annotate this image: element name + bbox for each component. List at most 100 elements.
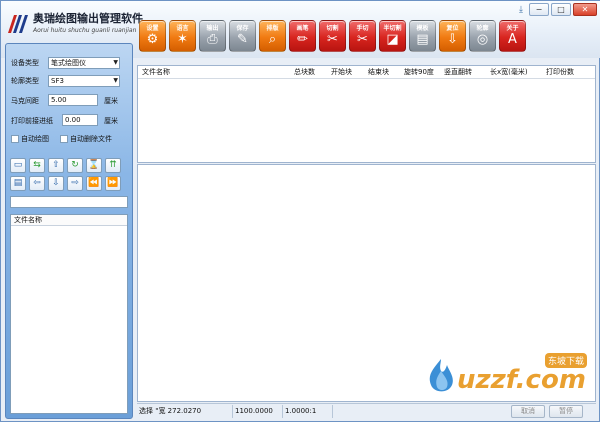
download-icon[interactable]: ⤓	[515, 4, 527, 16]
toolbar-button-label: 复位	[446, 25, 459, 32]
about-icon: A	[508, 32, 517, 47]
print-icon: ⎙	[207, 32, 218, 47]
toolbar-button-label: 轮廓	[476, 25, 489, 32]
chevron-down-icon: ▼	[113, 59, 118, 66]
auto-delete-checkbox[interactable]: 自动删除文件	[60, 134, 112, 144]
settings-icon: ⚙	[146, 32, 159, 47]
settings-panel: 设备类型 笔式绘图仪 ▼ 轮廓类型 SF3 ▼ 马克间距 5.00 厘米 打印前…	[5, 43, 133, 419]
table-column-header[interactable]: 打印份数	[546, 66, 574, 79]
toolbar-button-label: 切割	[326, 25, 339, 32]
fast-forward-icon[interactable]: ⏩	[105, 176, 121, 191]
device-type-value: 笔式绘图仪	[51, 59, 86, 67]
toolbar-button-label: 设置	[146, 25, 159, 32]
arrow-left-icon[interactable]: ⇦	[29, 176, 45, 191]
table-column-header[interactable]: 长x宽(毫米)	[490, 66, 528, 79]
path-input[interactable]	[10, 196, 128, 208]
toolbar-button[interactable]: 模板 ▤	[409, 20, 436, 52]
toolbar-button[interactable]: 排版 ⌕	[259, 20, 286, 52]
toolbar-button[interactable]: 输出 ⎙	[199, 20, 226, 52]
document-icon[interactable]: ▤	[10, 176, 26, 191]
arrow-up-icon[interactable]: ⇧	[48, 158, 64, 173]
layout-icon: ⌕	[268, 32, 277, 47]
auto-delete-label: 自动删除文件	[70, 135, 112, 143]
table-column-header[interactable]: 竖直翻转	[444, 66, 472, 79]
save-icon: ✎	[237, 32, 248, 47]
file-action-buttons: ▭ ⇆ ⇧ ↻ ⌛ ⇈ ▤ ⇦ ⇩ ⇨ ⏪ ⏩	[10, 158, 121, 191]
table-column-header[interactable]: 总块数	[294, 66, 315, 79]
table-column-header[interactable]: 旋转90度	[404, 66, 434, 79]
toolbar-button-label: 输出	[206, 25, 219, 32]
reset-icon: ⇩	[447, 32, 458, 47]
toolbar-button-label: 手切	[356, 25, 369, 32]
table-column-header[interactable]: 结束块	[368, 66, 389, 79]
template-icon: ▤	[416, 32, 429, 47]
paper-feed-input[interactable]: 0.00	[62, 114, 98, 126]
language-icon: ✶	[177, 32, 188, 47]
table-column-header[interactable]: 开始块	[331, 66, 352, 79]
status-selection: 选择 "宽 272.0270	[137, 405, 233, 418]
toolbar-button[interactable]: 设置 ⚙	[139, 20, 166, 52]
toolbar-button[interactable]: 手切 ✂	[349, 20, 376, 52]
toolbar-button[interactable]: 半切割 ◪	[379, 20, 406, 52]
checkbox-box[interactable]	[60, 135, 68, 143]
toolbar-button-label: 关于	[506, 25, 519, 32]
print-job-table[interactable]: 文件名称 总块数 开始块 结束块 旋转90度 竖直翻转 长x宽(毫米) 打印份数	[137, 65, 596, 163]
status-value-2: 1100.0000	[233, 405, 283, 418]
toolbar-button[interactable]: 画笔 ✏	[289, 20, 316, 52]
half-cut-icon: ◪	[386, 32, 399, 47]
cut-icon: ✂	[327, 32, 338, 47]
outline-icon: ◎	[476, 32, 489, 47]
minimize-button[interactable]: −	[529, 3, 549, 16]
app-title: 奥瑞绘图输出管理软件	[33, 12, 143, 25]
app-subtitle: Aorui huitu shuchu guanli ruanjian	[33, 27, 137, 34]
table-header: 文件名称 总块数 开始块 结束块 旋转90度 竖直翻转 长x宽(毫米) 打印份数	[138, 66, 595, 79]
watermark-sub: 东坡下载	[545, 353, 588, 368]
status-bar: 选择 "宽 272.0270 1100.0000 1.0000:1 取消 暂停	[137, 403, 596, 419]
window-controls: − □ ✕	[529, 3, 597, 16]
toolbar-button[interactable]: 切割 ✂	[319, 20, 346, 52]
arrow-down-icon[interactable]: ⇩	[48, 176, 64, 191]
toolbar-button[interactable]: 保存 ✎	[229, 20, 256, 52]
toolbar-button-label: 排版	[266, 25, 279, 32]
folder-icon[interactable]: ▭	[10, 158, 26, 173]
outline-type-value: SF3	[51, 77, 64, 85]
main-toolbar: 设置 ⚙ 语言 ✶ 输出 ⎙ 保存 ✎ 排版 ⌕ 画笔 ✏ 切割 ✂ 手切 ✂ 半切割 ◪ 模板 ▤ 复位 ⇩ 轮廓 ◎ 关于 A	[139, 20, 526, 52]
swap-icon[interactable]: ⇆	[29, 158, 45, 173]
mark-distance-unit: 厘米	[104, 97, 118, 105]
toolbar-button-label: 模板	[416, 25, 429, 32]
pause-button[interactable]: 暂停	[549, 405, 583, 418]
file-list[interactable]: 文件名称	[10, 214, 128, 414]
watermark-brand: uzzf.com	[457, 365, 586, 395]
toolbar-button-label: 保存	[236, 25, 249, 32]
mark-distance-input[interactable]: 5.00	[48, 94, 98, 106]
watermark: uzzf.com 东坡下载	[417, 351, 597, 399]
top-icon[interactable]: ⇈	[105, 158, 121, 173]
device-type-select[interactable]: 笔式绘图仪 ▼	[48, 57, 120, 69]
cancel-button[interactable]: 取消	[511, 405, 545, 418]
auto-plot-checkbox[interactable]: 自动绘图	[11, 134, 49, 144]
manual-cut-icon: ✂	[357, 32, 368, 47]
arrow-right-icon[interactable]: ⇨	[67, 176, 83, 191]
toolbar-button[interactable]: 轮廓 ◎	[469, 20, 496, 52]
close-button[interactable]: ✕	[573, 3, 597, 16]
toolbar-button[interactable]: 关于 A	[499, 20, 526, 52]
chevron-down-icon: ▼	[113, 77, 118, 84]
maximize-button[interactable]: □	[551, 3, 571, 16]
outline-type-select[interactable]: SF3 ▼	[48, 75, 120, 87]
refresh-icon[interactable]: ↻	[67, 158, 83, 173]
paper-feed-unit: 厘米	[104, 117, 118, 125]
app-logo-icon	[8, 15, 28, 33]
status-value-3: 1.0000:1	[283, 405, 333, 418]
device-type-label: 设备类型	[11, 59, 39, 67]
toolbar-button[interactable]: 复位 ⇩	[439, 20, 466, 52]
rewind-icon[interactable]: ⏪	[86, 176, 102, 191]
toolbar-button[interactable]: 语言 ✶	[169, 20, 196, 52]
table-column-header[interactable]: 文件名称	[142, 66, 170, 79]
pen-icon: ✏	[297, 32, 308, 47]
toolbar-button-label: 语言	[176, 25, 189, 32]
toolbar-button-label: 半切割	[383, 25, 402, 32]
checkbox-box[interactable]	[11, 135, 19, 143]
hourglass-icon[interactable]: ⌛	[86, 158, 102, 173]
paper-feed-label: 打印前接进纸	[11, 117, 53, 125]
mark-distance-label: 马克间距	[11, 97, 39, 105]
